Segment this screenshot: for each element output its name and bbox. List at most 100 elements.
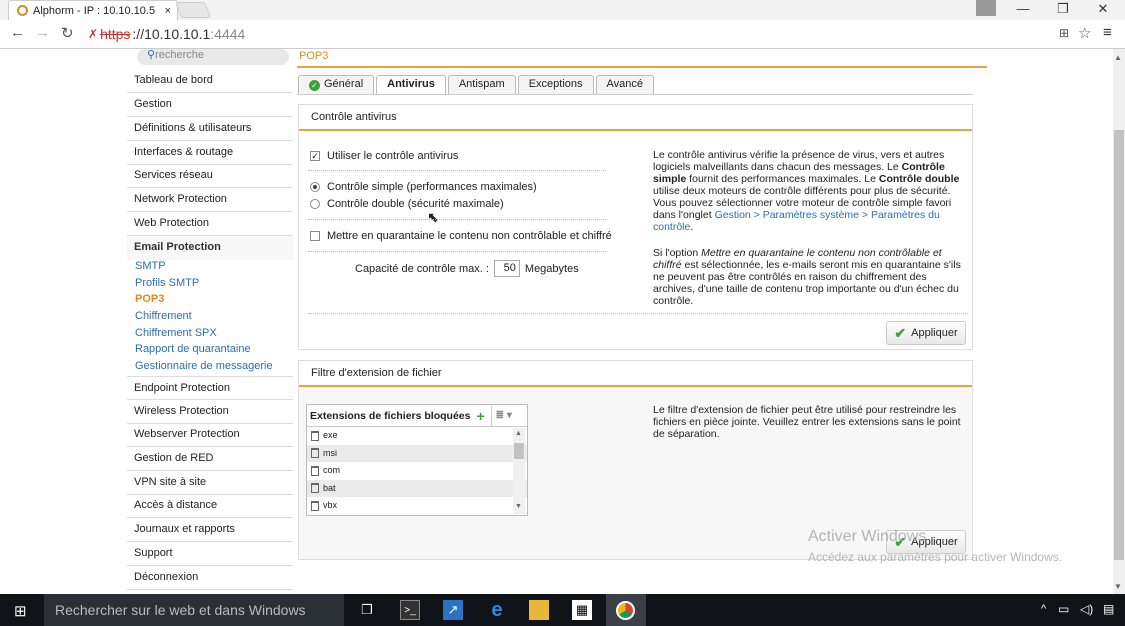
list-scroll-down-icon[interactable]: ▼ xyxy=(515,503,522,510)
browser-tab[interactable]: Alphorm - IP : 10.10.10.5 × xyxy=(8,0,178,20)
sidebar-item-logs[interactable]: Journaux et rapports xyxy=(127,518,293,542)
sidebar-item-remote-access[interactable]: Accès à distance xyxy=(127,494,293,518)
double-scan-radio[interactable] xyxy=(310,199,320,209)
windows-start-icon[interactable]: ⊞ xyxy=(14,602,27,620)
list-item[interactable]: vbx xyxy=(307,497,527,515)
sidebar-item-web-protection[interactable]: Web Protection xyxy=(127,212,293,236)
quarantine-row[interactable]: Mettre en quarantaine le contenu non con… xyxy=(310,230,612,242)
url-scheme: https xyxy=(100,26,131,42)
restore-icon[interactable]: ❐ xyxy=(1044,0,1082,20)
list-item[interactable]: exe xyxy=(307,427,527,445)
sidebar-sub-pop3[interactable]: POP3 xyxy=(135,291,164,307)
capacity-input[interactable]: 50 xyxy=(493,260,520,277)
sidebar-item-email-protection[interactable]: Email Protection xyxy=(127,236,293,260)
header-divider xyxy=(297,66,987,68)
extension-label: vbx xyxy=(323,500,338,511)
add-extension-icon[interactable]: + xyxy=(476,406,484,426)
url-field[interactable]: ✗ https ://10.10.10.1 :4444 xyxy=(88,24,1096,44)
scroll-down-icon[interactable]: ▼ xyxy=(1114,582,1122,591)
quarantine-label: Mettre en quarantaine le contenu non con… xyxy=(327,230,612,242)
simple-scan-radio[interactable] xyxy=(310,182,320,192)
sidebar-item-endpoint[interactable]: Endpoint Protection xyxy=(127,376,293,400)
notifications-icon[interactable]: ▤ xyxy=(1103,602,1114,616)
trash-icon[interactable] xyxy=(311,483,319,494)
sidebar-item-webserver[interactable]: Webserver Protection xyxy=(127,423,293,447)
reload-icon[interactable]: ↻ xyxy=(61,24,74,42)
terminal-icon[interactable]: >_ xyxy=(400,600,420,620)
volume-icon[interactable]: ◁) xyxy=(1080,602,1093,616)
edge-icon[interactable]: e xyxy=(487,600,507,620)
menu-icon[interactable]: ≡ xyxy=(1103,24,1112,41)
tab-close-icon[interactable]: × xyxy=(165,5,171,17)
new-tab-button[interactable] xyxy=(175,2,211,18)
capacity-label: Capacité de contrôle max. : xyxy=(355,262,489,275)
sidebar-sub-mail-manager[interactable]: Gestionnaire de messagerie xyxy=(135,358,273,374)
sidebar-item-management[interactable]: Gestion xyxy=(127,93,293,117)
sidebar-sub-smtp[interactable]: SMTP xyxy=(135,258,166,274)
tab-general[interactable]: ✓ Général xyxy=(298,75,375,94)
powershell-icon[interactable]: ↗ xyxy=(443,600,463,620)
sidebar-item-support[interactable]: Support xyxy=(127,542,293,566)
list-item[interactable]: msi xyxy=(307,444,527,462)
profile-icon[interactable] xyxy=(976,0,996,16)
list-scroll-up-icon[interactable]: ▲ xyxy=(515,430,522,437)
double-scan-row[interactable]: Contrôle double (sécurité maximale) xyxy=(310,198,504,210)
translate-icon[interactable]: ⊞ xyxy=(1059,26,1069,40)
tab-advanced[interactable]: Avancé xyxy=(595,75,654,94)
use-antivirus-row[interactable]: ✓ Utiliser le contrôle antivirus xyxy=(310,150,458,162)
scroll-up-icon[interactable]: ▲ xyxy=(1114,53,1122,62)
quarantine-help-text: Si l'option Mettre en quarantaine le con… xyxy=(653,247,965,307)
page-scroll-thumb[interactable] xyxy=(1114,130,1124,560)
list-scroll-thumb[interactable] xyxy=(514,443,524,459)
quarantine-checkbox[interactable] xyxy=(310,231,320,241)
trash-icon[interactable] xyxy=(311,430,319,441)
calculator-icon[interactable]: ▦ xyxy=(572,600,592,620)
tab-antivirus[interactable]: Antivirus xyxy=(376,75,446,94)
activation-watermark-title: Activer Windows xyxy=(808,528,927,545)
tab-antispam[interactable]: Antispam xyxy=(447,75,516,94)
filter-panel-title: Filtre d'extension de fichier xyxy=(299,361,972,387)
filter-help-text: Le filtre d'extension de fichier peut êt… xyxy=(653,404,961,440)
sidebar-sub-smtp-profiles[interactable]: Profils SMTP xyxy=(135,275,199,291)
bookmark-star-icon[interactable]: ☆ xyxy=(1078,24,1091,42)
sidebar-sub-spx[interactable]: Chiffrement SPX xyxy=(135,325,217,341)
trash-icon[interactable] xyxy=(311,448,319,459)
list-actions-icon[interactable]: ≣ ▾ xyxy=(490,405,512,426)
list-scrollbar[interactable] xyxy=(513,428,525,514)
sidebar-item-wireless[interactable]: Wireless Protection xyxy=(127,400,293,424)
file-explorer-icon[interactable] xyxy=(529,600,549,620)
simple-scan-row[interactable]: Contrôle simple (performances maximales) xyxy=(310,181,537,193)
insecure-icon: ✗ xyxy=(88,27,99,41)
sidebar-item-logout[interactable]: Déconnexion xyxy=(127,566,293,590)
close-window-icon[interactable]: ✕ xyxy=(1084,0,1122,20)
checkmark-icon: ✔ xyxy=(894,324,907,341)
sidebar-item-interfaces[interactable]: Interfaces & routage xyxy=(127,141,293,165)
tab-exceptions[interactable]: Exceptions xyxy=(517,75,594,94)
use-antivirus-label: Utiliser le contrôle antivirus xyxy=(327,150,459,162)
taskbar-search-input[interactable]: Rechercher sur le web et dans Windows xyxy=(44,594,344,626)
sidebar-item-vpn[interactable]: VPN site à site xyxy=(127,471,293,495)
list-item[interactable]: com xyxy=(307,462,527,480)
sidebar-item-network-services[interactable]: Services réseau xyxy=(127,164,293,188)
sidebar-sub-encryption[interactable]: Chiffrement xyxy=(135,308,192,324)
sidebar-sub-quarantine-report[interactable]: Rapport de quarantaine xyxy=(135,341,251,357)
trash-icon[interactable] xyxy=(311,500,319,511)
help-text: est sélectionnée, les e-mails seront mis… xyxy=(653,259,961,307)
sidebar-item-network-protection[interactable]: Network Protection xyxy=(127,188,293,212)
sidebar-item-red[interactable]: Gestion de RED xyxy=(127,447,293,471)
minimize-icon[interactable]: — xyxy=(1004,0,1042,20)
forward-icon[interactable]: → xyxy=(35,24,50,41)
blocked-extensions-title: Extensions de fichiers bloquées xyxy=(310,409,471,422)
task-view-icon[interactable]: ❐ xyxy=(357,600,377,620)
network-icon[interactable]: ▭ xyxy=(1058,602,1069,616)
tray-chevron-icon[interactable]: ^ xyxy=(1041,603,1046,615)
list-item[interactable]: bat xyxy=(307,479,527,497)
tab-title: Alphorm - IP : 10.10.10.5 xyxy=(33,4,156,17)
sidebar-search-input[interactable]: ⚲recherche xyxy=(137,49,289,65)
back-icon[interactable]: ← xyxy=(10,24,25,41)
use-antivirus-checkbox[interactable]: ✓ xyxy=(310,151,320,161)
sidebar-item-dashboard[interactable]: Tableau de bord xyxy=(127,69,293,93)
trash-icon[interactable] xyxy=(311,465,319,476)
sidebar-item-definitions[interactable]: Définitions & utilisateurs xyxy=(127,117,293,141)
apply-antivirus-button[interactable]: ✔ Appliquer xyxy=(886,321,966,345)
